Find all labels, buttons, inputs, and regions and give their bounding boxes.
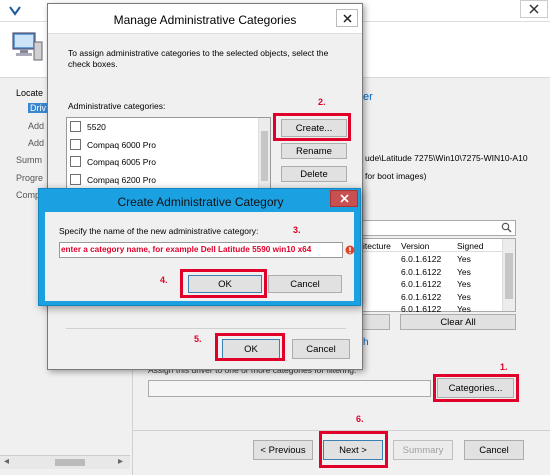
cell-signed: Yes xyxy=(457,291,471,302)
categories-list-scrollbar[interactable] xyxy=(258,118,270,198)
nav-item-completion[interactable]: Comp xyxy=(16,190,40,200)
table-header: itecture Version Signed xyxy=(361,239,503,252)
cell-signed: Yes xyxy=(457,254,471,264)
boot-images-text: for boot images) xyxy=(365,171,427,181)
cell-signed: Yes xyxy=(457,266,471,277)
category-list-item[interactable]: Compaq 6200 Pro xyxy=(70,173,156,188)
cell-signed: Yes xyxy=(457,279,471,289)
category-checkbox[interactable] xyxy=(70,156,81,168)
driver-search-field[interactable] xyxy=(360,220,516,236)
category-list-item[interactable]: 5520 xyxy=(70,121,106,135)
category-label: Compaq 6000 Pro xyxy=(87,139,156,150)
scroll-thumb[interactable] xyxy=(55,459,85,466)
nav-item-add[interactable]: Add xyxy=(28,121,44,131)
categories-list: 5520 Compaq 6000 Pro Compaq 6005 Pro Compaq… xyxy=(66,117,271,199)
summary-button[interactable]: Summary xyxy=(393,440,453,460)
scroll-left-icon[interactable]: ◂ xyxy=(4,456,9,467)
manage-dialog-close-button[interactable] xyxy=(336,9,358,27)
category-label: 5520 xyxy=(87,121,106,132)
back-arrow-icon[interactable] xyxy=(8,5,22,17)
nav-item-progress[interactable]: Progre xyxy=(16,173,43,183)
delete-category-button[interactable]: Delete xyxy=(281,166,347,182)
wizard-cancel-button[interactable]: Cancel xyxy=(464,440,524,460)
table-scroll-thumb[interactable] xyxy=(505,253,513,299)
category-name-input[interactable]: enter a category name, for example Dell … xyxy=(59,242,343,258)
manage-dialog-title: Manage Administrative Categories xyxy=(113,13,297,27)
manage-dialog-separator xyxy=(66,328,346,329)
annotation-step-2: 2. xyxy=(318,97,326,107)
nav-item-driver[interactable]: Driv xyxy=(28,103,48,113)
manage-categories-dialog: Manage Administrative Categories To assi… xyxy=(47,3,363,370)
driver-path: ude\Latitude 7275\Win10\7275-WIN10-A10 xyxy=(365,153,528,163)
annotation-step-1: 1. xyxy=(500,362,508,372)
cell-version: 6.0.1.6122 xyxy=(401,279,442,289)
clear-all-button[interactable]: Clear All xyxy=(400,314,516,330)
annotation-step-4: 4. xyxy=(160,275,168,285)
create-category-dialog: Create Administrative Category Specify t… xyxy=(38,188,361,306)
annotation-step-3: 3. xyxy=(293,225,301,235)
computer-icon xyxy=(10,30,44,64)
table-row[interactable]: 6.0.1.6122 Yes xyxy=(361,291,503,303)
nav-item-summary[interactable]: Summ xyxy=(16,155,42,165)
create-category-button[interactable]: Create... xyxy=(281,119,347,137)
manage-dialog-titlebar: Manage Administrative Categories xyxy=(48,4,362,34)
table-row[interactable]: 6.0.1.6122 Yes xyxy=(361,253,503,265)
create-dialog-body: Specify the name of the new administrati… xyxy=(45,212,355,301)
create-dialog-close-button[interactable] xyxy=(330,190,358,207)
table-row[interactable]: 6.0.1.6122 Yes xyxy=(361,266,503,278)
category-name-input-value: enter a category name, for example Dell … xyxy=(61,245,312,254)
nav-item-locate[interactable]: Locate xyxy=(16,88,43,98)
manage-cancel-button[interactable]: Cancel xyxy=(292,339,350,359)
header-version[interactable]: Version xyxy=(401,241,429,251)
manage-dialog-description: To assign administrative categories to t… xyxy=(68,48,329,69)
table-scrollbar[interactable] xyxy=(502,239,515,311)
scroll-right-icon[interactable]: ▸ xyxy=(118,456,123,467)
cell-version: 6.0.1.6122 xyxy=(401,266,442,277)
table-row[interactable]: 6.0.1.6122 Yes xyxy=(361,278,503,290)
create-dialog-title: Create Administrative Category xyxy=(117,195,284,209)
rename-category-button[interactable]: Rename xyxy=(281,143,347,159)
cell-version: 6.0.1.6122 xyxy=(401,304,442,314)
category-list-item[interactable]: Compaq 6005 Pro xyxy=(70,156,156,170)
create-ok-button[interactable]: OK xyxy=(188,275,262,293)
link-fragment[interactable]: h xyxy=(363,337,369,348)
nav-scrollbar[interactable]: ◂ ▸ xyxy=(0,455,130,469)
categories-field[interactable] xyxy=(148,380,431,397)
admin-categories-label: Administrative categories: xyxy=(68,101,166,111)
next-button[interactable]: Next > xyxy=(323,440,383,460)
nav-item-add-2[interactable]: Add xyxy=(28,138,44,148)
categories-button[interactable]: Categories... xyxy=(437,378,514,398)
manage-ok-button[interactable]: OK xyxy=(222,339,280,359)
cell-version: 6.0.1.6122 xyxy=(401,254,442,264)
footer-divider xyxy=(133,430,550,431)
category-list-item[interactable]: Compaq 6000 Pro xyxy=(70,138,156,153)
driver-table: itecture Version Signed 6.0.1.6122 Yes 6.0… xyxy=(360,238,516,314)
header-architecture[interactable]: itecture xyxy=(363,241,391,251)
category-checkbox[interactable] xyxy=(70,121,81,133)
cell-version: 6.0.1.6122 xyxy=(401,291,442,302)
annotation-step-5: 5. xyxy=(194,334,202,344)
previous-button[interactable]: < Previous xyxy=(253,440,313,460)
create-cancel-button[interactable]: Cancel xyxy=(268,275,342,293)
category-checkbox[interactable] xyxy=(70,138,81,150)
category-label: Compaq 6005 Pro xyxy=(87,156,156,167)
categories-scroll-thumb[interactable] xyxy=(261,131,268,181)
category-checkbox[interactable] xyxy=(70,173,81,185)
annotation-step-6: 6. xyxy=(356,414,364,424)
category-label: Compaq 6200 Pro xyxy=(87,174,156,185)
wizard-close-button[interactable] xyxy=(520,0,548,18)
header-signed[interactable]: Signed xyxy=(457,241,483,251)
error-icon xyxy=(345,245,355,255)
section-link[interactable]: er xyxy=(363,91,373,103)
cell-signed: Yes xyxy=(457,304,471,314)
create-dialog-prompt: Specify the name of the new administrati… xyxy=(59,226,259,236)
search-icon[interactable] xyxy=(501,222,512,236)
